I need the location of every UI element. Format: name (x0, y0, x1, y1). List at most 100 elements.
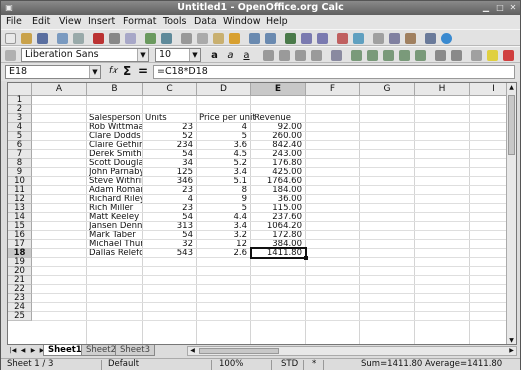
row-header[interactable]: 25 (8, 312, 32, 321)
status-zoom[interactable]: 100% (219, 359, 243, 370)
chevron-down-icon[interactable]: ▼ (137, 49, 148, 61)
new-document-icon[interactable] (5, 33, 16, 44)
column-header-a[interactable]: A (32, 83, 87, 96)
align-right-icon[interactable] (295, 50, 306, 61)
menu-window[interactable]: Window (223, 16, 260, 27)
font-name-box[interactable]: Liberation Sans ▼ (21, 48, 149, 62)
fill-handle[interactable] (304, 256, 308, 260)
cell-b15[interactable]: Jansen Denne (89, 222, 142, 231)
cell-e12[interactable]: 36.00 (251, 195, 302, 204)
cell-e14[interactable]: 237.60 (251, 213, 302, 222)
vertical-scrollbar[interactable]: ▲ ▼ (506, 83, 516, 344)
print-preview-icon[interactable] (125, 33, 136, 44)
cell-b16[interactable]: Mark Taber (89, 231, 142, 240)
justify-icon[interactable] (311, 50, 322, 61)
chevron-down-icon[interactable]: ▼ (189, 49, 200, 61)
column-header-c[interactable]: C (143, 83, 197, 96)
cell-d9[interactable]: 3.4 (197, 168, 247, 177)
first-sheet-icon[interactable]: |◀ (9, 346, 17, 355)
cell-c10[interactable]: 346 (143, 177, 193, 186)
cell-e5[interactable]: 260.00 (251, 132, 302, 141)
email-icon[interactable] (57, 33, 68, 44)
cell-b6[interactable]: Claire Gethin (89, 141, 142, 150)
cell-b9[interactable]: John Parnaby (89, 168, 142, 177)
hyperlink-icon[interactable] (285, 33, 296, 44)
undo-icon[interactable] (249, 33, 260, 44)
background-color-icon[interactable] (487, 50, 498, 61)
column-header-f[interactable]: F (306, 83, 360, 96)
decrease-indent-icon[interactable] (435, 50, 446, 61)
column-header-e[interactable]: E (251, 83, 306, 96)
cell-c11[interactable]: 23 (143, 186, 193, 195)
increase-indent-icon[interactable] (451, 50, 462, 61)
delete-decimal-icon[interactable] (415, 50, 426, 61)
menu-edit[interactable]: Edit (32, 16, 50, 27)
autospell-icon[interactable] (161, 33, 172, 44)
formula-input[interactable]: =C18*D18 (153, 65, 515, 79)
help-icon[interactable] (441, 33, 452, 44)
status-mode[interactable]: STD (281, 359, 298, 370)
cell-c14[interactable]: 54 (143, 213, 193, 222)
edit-file-icon[interactable] (73, 33, 84, 44)
column-header-b[interactable]: B (87, 83, 143, 96)
minimize-icon[interactable]: ▁ (481, 3, 491, 13)
cell-c15[interactable]: 313 (143, 222, 193, 231)
cell-d14[interactable]: 4.4 (197, 213, 247, 222)
column-header-g[interactable]: G (360, 83, 415, 96)
cell-e11[interactable]: 184.00 (251, 186, 302, 195)
next-sheet-icon[interactable]: ▶ (29, 346, 37, 355)
cell-e8[interactable]: 176.80 (251, 159, 302, 168)
align-left-icon[interactable] (263, 50, 274, 61)
cell-b7[interactable]: Derek Smith (89, 150, 142, 159)
menu-tools[interactable]: Tools (163, 16, 186, 27)
sort-ascending-icon[interactable] (301, 33, 312, 44)
cell-b8[interactable]: Scott Douglas (89, 159, 142, 168)
cell-d7[interactable]: 4.5 (197, 150, 247, 159)
cell-c5[interactable]: 52 (143, 132, 193, 141)
cell-d18[interactable]: 2.6 (197, 249, 247, 258)
copy-icon[interactable] (197, 33, 208, 44)
cell-d4[interactable]: 4 (197, 123, 247, 132)
horizontal-scrollbar[interactable]: ◀ ▶ (187, 346, 517, 356)
cell-c6[interactable]: 234 (143, 141, 193, 150)
cell-c9[interactable]: 125 (143, 168, 193, 177)
cell-e3[interactable]: Revenue (254, 114, 305, 123)
cell-b17[interactable]: Michael Thurs (89, 240, 142, 249)
spreadsheet-grid[interactable]: A B C D E F G H I 1 2 3 4 5 6 7 8 9 10 1… (7, 82, 517, 345)
cell-d13[interactable]: 5 (197, 204, 247, 213)
menu-view[interactable]: View (59, 16, 82, 27)
font-color-icon[interactable] (503, 50, 514, 61)
cell-c17[interactable]: 32 (143, 240, 193, 249)
menu-data[interactable]: Data (194, 16, 217, 27)
spellcheck-icon[interactable] (145, 33, 156, 44)
cell-d15[interactable]: 3.4 (197, 222, 247, 231)
sort-descending-icon[interactable] (317, 33, 328, 44)
cell-d6[interactable]: 3.6 (197, 141, 247, 150)
export-pdf-icon[interactable] (93, 33, 104, 44)
cell-e6[interactable]: 842.40 (251, 141, 302, 150)
scroll-left-icon[interactable]: ◀ (188, 347, 197, 355)
add-decimal-icon[interactable] (399, 50, 410, 61)
name-box[interactable]: E18 ▼ (5, 65, 101, 79)
cell-b11[interactable]: Adam Romain (89, 186, 142, 195)
cell-b12[interactable]: Richard Riley (89, 195, 142, 204)
cell-c3[interactable]: Units (145, 114, 196, 123)
percent-format-icon[interactable] (367, 50, 378, 61)
bold-icon[interactable]: a (209, 50, 220, 61)
menu-help[interactable]: Help (266, 16, 288, 27)
function-icon[interactable]: = (138, 64, 148, 78)
navigator-icon[interactable] (389, 33, 400, 44)
cell-e4[interactable]: 92.00 (251, 123, 302, 132)
redo-icon[interactable] (265, 33, 276, 44)
cell-c16[interactable]: 54 (143, 231, 193, 240)
cell-d10[interactable]: 5.1 (197, 177, 247, 186)
cell-b3[interactable]: Salesperson (89, 114, 142, 123)
sum-icon[interactable]: Σ (123, 64, 131, 78)
styles-formatting-icon[interactable] (5, 50, 16, 61)
find-replace-icon[interactable] (373, 33, 384, 44)
currency-format-icon[interactable] (351, 50, 362, 61)
italic-icon[interactable]: a (225, 50, 236, 61)
scroll-right-icon[interactable]: ▶ (507, 347, 516, 355)
cell-d12[interactable]: 9 (197, 195, 247, 204)
underline-icon[interactable]: a (241, 50, 252, 61)
